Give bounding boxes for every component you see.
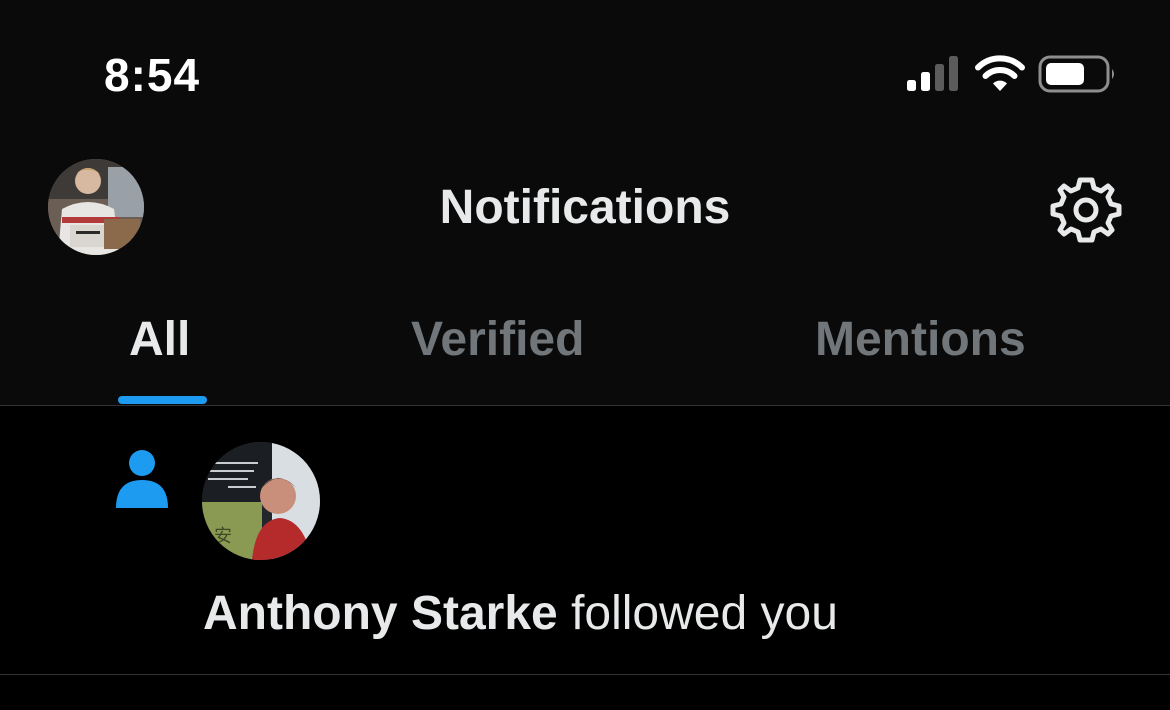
next-notification-area (0, 675, 1170, 710)
notifications-header: Notifications (0, 130, 1170, 290)
page-title: Notifications (439, 181, 731, 234)
tab-mentions[interactable]: Mentions (815, 308, 1026, 372)
tab-verified[interactable]: Verified (411, 308, 584, 372)
cellular-signal-icon (907, 56, 958, 91)
active-tab-indicator (118, 396, 207, 404)
battery-icon (1038, 55, 1114, 93)
follower-name[interactable]: Anthony Starke (203, 587, 558, 640)
notification-tabs: All Verified Mentions (0, 290, 1170, 406)
wifi-icon (975, 55, 1025, 91)
status-time: 8:54 (104, 49, 201, 101)
notifications-screen: 8:54 Notifications All Verified Mentions… (0, 0, 1170, 710)
person-icon (116, 450, 168, 508)
notification-item[interactable]: 安 Anthony Starke followed you (0, 406, 1170, 675)
tab-all[interactable]: All (129, 308, 190, 372)
gear-icon (1050, 177, 1122, 243)
follower-avatar[interactable]: 安 (202, 442, 320, 560)
status-bar: 8:54 (0, 0, 1170, 130)
follower-avatar-image: 安 (202, 442, 320, 560)
settings-button[interactable] (1050, 174, 1122, 246)
follow-action-text: followed you (557, 587, 838, 640)
calligraphy-mark: 安 (214, 526, 232, 547)
notification-message: Anthony Starke followed you (203, 586, 838, 642)
